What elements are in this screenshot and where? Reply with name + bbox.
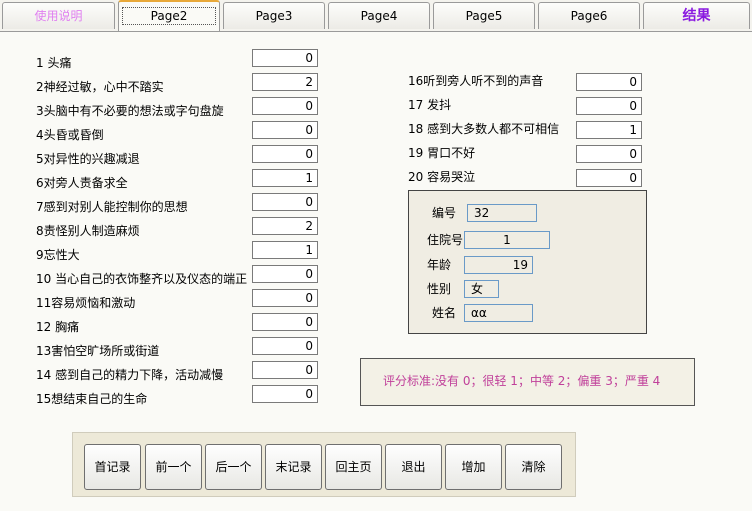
question-label: 8责怪别人制造麻烦	[36, 224, 140, 238]
sex-field[interactable]: 女	[464, 280, 499, 298]
exit-button[interactable]: 退出	[385, 444, 442, 490]
question-label: 1 头痛	[36, 56, 72, 70]
next-button[interactable]: 后一个	[205, 444, 262, 490]
question-label: 19 胃口不好	[408, 146, 476, 160]
question-label: 18 感到大多数人都不可相信	[408, 122, 560, 136]
question-label: 10 当心自己的衣饰整齐以及仪态的端正	[36, 272, 248, 286]
tab-page3[interactable]: Page3	[223, 2, 325, 29]
question-label: 13害怕空旷场所或街道	[36, 344, 160, 358]
question-label: 11容易烦恼和激动	[36, 296, 136, 310]
question-score-input[interactable]: 0	[576, 73, 642, 91]
question-score-input[interactable]: 0	[252, 145, 318, 163]
name-label: 姓名	[432, 306, 457, 320]
question-label: 6对旁人责备求全	[36, 176, 128, 190]
tab-result[interactable]: 结果	[643, 2, 750, 29]
patient-id-label: 编号	[432, 206, 457, 220]
tab-help[interactable]: 使用说明	[2, 2, 115, 29]
question-score-input[interactable]: 0	[252, 361, 318, 379]
question-score-input[interactable]: 2	[252, 73, 318, 91]
scoring-rule-note: 评分标准:没有 0；很轻 1；中等 2；偏重 3；严重 4	[360, 358, 695, 406]
question-label: 12 胸痛	[36, 320, 80, 334]
question-label: 20 容易哭泣	[408, 170, 476, 184]
question-score-input[interactable]: 0	[252, 337, 318, 355]
tab-page5[interactable]: Page5	[433, 2, 535, 29]
age-field[interactable]: 19	[464, 256, 533, 274]
tab-page4[interactable]: Page4	[328, 2, 430, 29]
question-label: 3头脑中有不必要的想法或字句盘旋	[36, 104, 224, 118]
last-record-button[interactable]: 末记录	[265, 444, 322, 490]
question-score-input[interactable]: 0	[252, 385, 318, 403]
question-label: 7感到对别人能控制你的思想	[36, 200, 188, 214]
question-score-input[interactable]: 2	[252, 217, 318, 235]
inpatient-number-label: 住院号	[427, 233, 464, 247]
tab-page2-label: Page2	[121, 7, 217, 25]
question-score-input[interactable]: 0	[576, 169, 642, 187]
sex-label: 性别	[427, 282, 452, 296]
question-label: 5对异性的兴趣减退	[36, 152, 140, 166]
first-record-button[interactable]: 首记录	[84, 444, 141, 490]
question-label: 17 发抖	[408, 98, 452, 112]
question-score-input[interactable]: 1	[576, 121, 642, 139]
home-button[interactable]: 回主页	[325, 444, 382, 490]
clear-button[interactable]: 清除	[505, 444, 562, 490]
question-score-input[interactable]: 0	[576, 145, 642, 163]
question-score-input[interactable]: 1	[252, 169, 318, 187]
question-label: 16听到旁人听不到的声音	[408, 74, 544, 88]
patient-id-field[interactable]: 32	[467, 204, 537, 222]
add-button[interactable]: 增加	[445, 444, 502, 490]
name-field[interactable]: αα	[464, 304, 533, 322]
question-label: 4头昏或昏倒	[36, 128, 104, 142]
question-label: 9忘性大	[36, 248, 80, 262]
question-score-input[interactable]: 0	[576, 97, 642, 115]
question-score-input[interactable]: 0	[252, 265, 318, 283]
tab-bar: 使用说明 Page2 Page3 Page4 Page5 Page6 结果	[0, 0, 752, 32]
tab-page2[interactable]: Page2	[118, 0, 220, 31]
question-score-input[interactable]: 0	[252, 193, 318, 211]
previous-button[interactable]: 前一个	[145, 444, 202, 490]
question-score-input[interactable]: 0	[252, 121, 318, 139]
question-score-input[interactable]: 0	[252, 289, 318, 307]
question-score-input[interactable]: 0	[252, 97, 318, 115]
inpatient-number-field[interactable]: 1	[464, 231, 550, 249]
question-score-input[interactable]: 0	[252, 313, 318, 331]
question-score-input[interactable]: 1	[252, 241, 318, 259]
question-label: 15想结束自己的生命	[36, 392, 148, 406]
question-label: 14 感到自己的精力下降，活动减慢	[36, 368, 224, 382]
age-label: 年龄	[427, 258, 452, 272]
question-label: 2神经过敏，心中不踏实	[36, 80, 164, 94]
question-score-input[interactable]: 0	[252, 49, 318, 67]
tab-page6[interactable]: Page6	[538, 2, 640, 29]
